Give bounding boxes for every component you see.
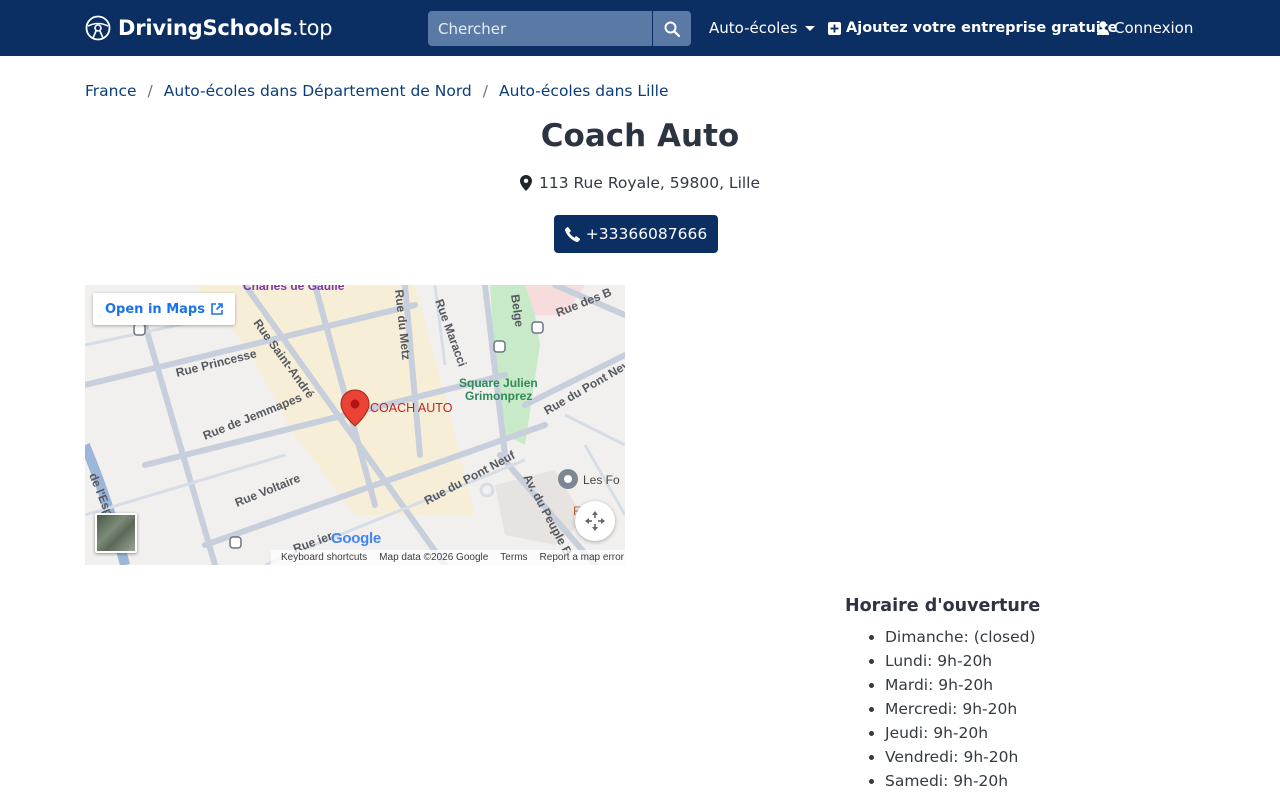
phone-button[interactable]: +33366087666 bbox=[554, 215, 718, 253]
report-error-link[interactable]: Report a map error bbox=[540, 552, 624, 563]
satellite-layer-toggle[interactable] bbox=[95, 513, 137, 553]
hours-item: Vendredi: 9h-20h bbox=[885, 745, 1185, 769]
map-street-label: Square Julien bbox=[459, 376, 538, 390]
breadcrumb-item-department[interactable]: Auto-écoles dans Département de Nord bbox=[164, 82, 472, 100]
google-logo: Google bbox=[331, 530, 381, 547]
hours-item: Lundi: 9h-20h bbox=[885, 649, 1185, 673]
map-street-label: Charles de Gaulle bbox=[243, 285, 345, 293]
hours-item: Dimanche: (closed) bbox=[885, 625, 1185, 649]
map-marker-label: COACH AUTO bbox=[370, 401, 453, 415]
open-in-maps-label: Open in Maps bbox=[105, 301, 205, 317]
breadcrumb-item-france[interactable]: France bbox=[85, 82, 137, 100]
map-footer: Keyboard shortcuts Map data ©2026 Google… bbox=[271, 550, 625, 565]
page-title: Coach Auto bbox=[540, 118, 740, 154]
fullscreen-arrows-icon bbox=[585, 511, 605, 531]
breadcrumb: France / Auto-écoles dans Département de… bbox=[85, 79, 669, 103]
schools-dropdown-label: Auto-écoles bbox=[709, 19, 798, 37]
search-input[interactable] bbox=[428, 11, 652, 46]
opening-hours-list: Dimanche: (closed) Lundi: 9h-20h Mardi: … bbox=[845, 625, 1185, 793]
add-business-link[interactable]: Ajoutez votre entreprise gratuite bbox=[828, 17, 1118, 39]
map-tiles: Charles de Gaulle Rue Princesse Rue Sain… bbox=[85, 285, 625, 565]
keyboard-shortcuts-link[interactable]: Keyboard shortcuts bbox=[281, 552, 367, 563]
hours-item: Mardi: 9h-20h bbox=[885, 673, 1185, 697]
schools-dropdown[interactable]: Auto-écoles bbox=[709, 17, 816, 39]
map-street-label: Les Fo bbox=[583, 473, 620, 487]
opening-hours: Horaire d'ouverture Dimanche: (closed) L… bbox=[845, 596, 1185, 793]
address-text: 113 Rue Royale, 59800, Lille bbox=[538, 174, 761, 192]
hours-item: Jeudi: 9h-20h bbox=[885, 721, 1185, 745]
open-in-maps-button[interactable]: Open in Maps bbox=[93, 293, 235, 325]
search-form bbox=[428, 11, 691, 46]
brand-name: DrivingSchools.top bbox=[118, 16, 333, 40]
map-pin-icon bbox=[519, 175, 532, 191]
caret-down-icon bbox=[805, 25, 816, 31]
breadcrumb-separator: / bbox=[147, 82, 153, 100]
hours-item: Samedi: 9h-20h bbox=[885, 769, 1185, 793]
map-data-text: Map data ©2026 Google bbox=[379, 552, 489, 563]
phone-icon bbox=[564, 226, 580, 242]
user-icon bbox=[1097, 21, 1109, 35]
embedded-map[interactable]: Charles de Gaulle Rue Princesse Rue Sain… bbox=[85, 285, 625, 565]
search-button[interactable] bbox=[652, 11, 691, 46]
breadcrumb-separator: / bbox=[482, 82, 489, 100]
phone-number: +33366087666 bbox=[585, 225, 708, 243]
breadcrumb-item-city[interactable]: Auto-écoles dans Lille bbox=[499, 82, 669, 100]
opening-hours-title: Horaire d'ouverture bbox=[845, 596, 1041, 616]
fullscreen-button[interactable] bbox=[575, 501, 615, 541]
steering-wheel-icon bbox=[85, 15, 111, 41]
hours-item: Mercredi: 9h-20h bbox=[885, 697, 1185, 721]
login-link[interactable]: Connexion bbox=[1097, 17, 1193, 39]
business-address: 113 Rue Royale, 59800, Lille bbox=[0, 174, 1280, 192]
plus-square-icon bbox=[828, 21, 841, 35]
add-business-label: Ajoutez votre entreprise gratuite bbox=[846, 20, 1118, 36]
map-street-label: Grimonprez bbox=[465, 389, 532, 403]
brand-logo-link[interactable]: DrivingSchools.top bbox=[85, 13, 333, 43]
terms-link[interactable]: Terms bbox=[500, 552, 527, 563]
external-link-icon bbox=[211, 303, 223, 315]
search-icon bbox=[664, 21, 680, 37]
login-label: Connexion bbox=[1114, 19, 1194, 37]
navbar: DrivingSchools.top Auto-écoles Ajoutez v… bbox=[0, 0, 1280, 56]
